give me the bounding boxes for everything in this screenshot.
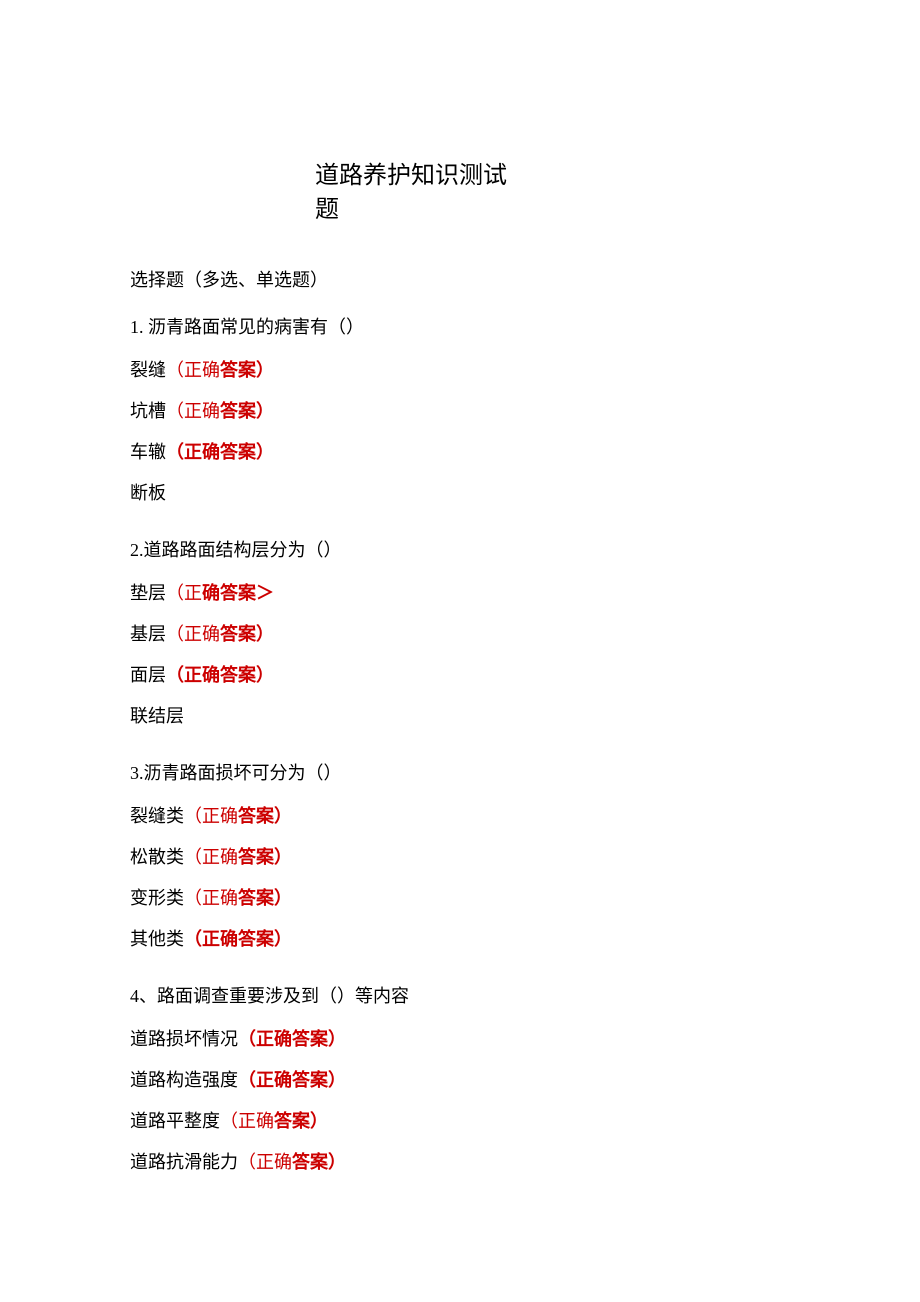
q3-option-a: 裂缝类（正确答案） bbox=[130, 803, 790, 830]
answer-mark: （正确 bbox=[184, 847, 238, 867]
answer-mark: （正确 bbox=[220, 1111, 274, 1131]
answer-mark: （正确 bbox=[238, 1152, 292, 1172]
answer-mark-bold: 答案） bbox=[238, 847, 292, 867]
answer-mark-bold: （正确答案） bbox=[238, 1029, 346, 1049]
q1-option-d: 断板 bbox=[130, 480, 790, 507]
title-line-1: 道路养护知识测试 bbox=[315, 160, 790, 194]
answer-mark-bold: 答案） bbox=[238, 806, 292, 826]
answer-mark-bold: 答案） bbox=[274, 1111, 328, 1131]
option-label: 道路构造强度 bbox=[130, 1070, 238, 1090]
answer-mark: （正确 bbox=[166, 360, 220, 380]
option-label: 裂缝 bbox=[130, 360, 166, 380]
option-label: 变形类 bbox=[130, 888, 184, 908]
option-label: 坑槽 bbox=[130, 401, 166, 421]
answer-mark: （正 bbox=[166, 583, 202, 603]
option-label: 裂缝类 bbox=[130, 806, 184, 826]
option-label: 面层 bbox=[130, 665, 166, 685]
answer-mark-bold: 答案） bbox=[292, 1152, 346, 1172]
q4-option-b: 道路构造强度（正确答案） bbox=[130, 1067, 790, 1094]
answer-mark-bold: （正确答案） bbox=[184, 929, 292, 949]
q4-option-a: 道路损坏情况（正确答案） bbox=[130, 1026, 790, 1053]
option-label: 其他类 bbox=[130, 929, 184, 949]
option-label: 松散类 bbox=[130, 847, 184, 867]
answer-mark-bold: （正确答案） bbox=[166, 442, 274, 462]
option-label: 垫层 bbox=[130, 583, 166, 603]
q2-option-b: 基层（正确答案） bbox=[130, 621, 790, 648]
option-label: 道路抗滑能力 bbox=[130, 1152, 238, 1172]
answer-mark-bold: 确答案＞ bbox=[202, 583, 274, 603]
q1-option-c: 车辙（正确答案） bbox=[130, 439, 790, 466]
answer-mark: （正确 bbox=[184, 888, 238, 908]
question-3: 3.沥青路面损坏可分为（） bbox=[130, 760, 790, 787]
option-label: 道路平整度 bbox=[130, 1111, 220, 1131]
option-label: 车辙 bbox=[130, 442, 166, 462]
answer-mark: （正确 bbox=[166, 401, 220, 421]
q2-option-c: 面层（正确答案） bbox=[130, 662, 790, 689]
option-label: 断板 bbox=[130, 483, 166, 503]
option-label: 道路损坏情况 bbox=[130, 1029, 238, 1049]
q4-option-d: 道路抗滑能力（正确答案） bbox=[130, 1149, 790, 1176]
option-label: 基层 bbox=[130, 624, 166, 644]
answer-mark-bold: （正确答案） bbox=[238, 1070, 346, 1090]
answer-mark-bold: （正确答案） bbox=[166, 665, 274, 685]
answer-mark: （正确 bbox=[184, 806, 238, 826]
question-2: 2.道路路面结构层分为（） bbox=[130, 537, 790, 564]
q1-option-b: 坑槽（正确答案） bbox=[130, 398, 790, 425]
q3-option-b: 松散类（正确答案） bbox=[130, 844, 790, 871]
q4-option-c: 道路平整度（正确答案） bbox=[130, 1108, 790, 1135]
q2-option-a: 垫层（正确答案＞ bbox=[130, 580, 790, 607]
section-heading: 选择题（多选、单选题） bbox=[130, 267, 790, 294]
q1-option-a: 裂缝（正确答案） bbox=[130, 357, 790, 384]
answer-mark-bold: 答案） bbox=[220, 360, 274, 380]
answer-mark: （正确 bbox=[166, 624, 220, 644]
q3-option-c: 变形类（正确答案） bbox=[130, 885, 790, 912]
question-1: 1. 沥青路面常见的病害有（） bbox=[130, 314, 790, 341]
answer-mark-bold: 答案） bbox=[220, 624, 274, 644]
document-title: 道路养护知识测试 题 bbox=[315, 160, 790, 227]
title-line-2: 题 bbox=[315, 194, 790, 228]
q2-option-d: 联结层 bbox=[130, 703, 790, 730]
q3-option-d: 其他类（正确答案） bbox=[130, 926, 790, 953]
option-label: 联结层 bbox=[130, 706, 184, 726]
answer-mark-bold: 答案） bbox=[238, 888, 292, 908]
question-4: 4、路面调查重要涉及到（）等内容 bbox=[130, 983, 790, 1010]
answer-mark-bold: 答案） bbox=[220, 401, 274, 421]
